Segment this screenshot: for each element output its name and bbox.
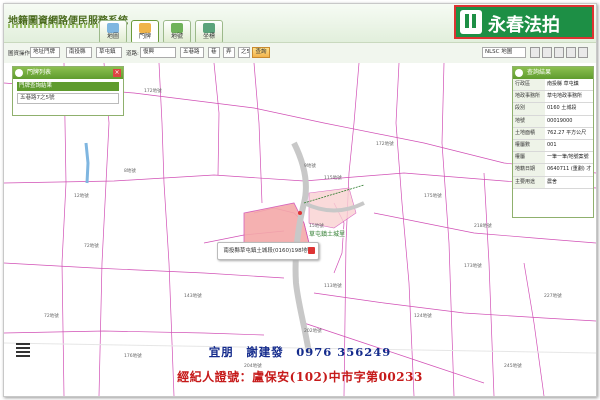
lot-label: 72地號 [44, 314, 59, 319]
info-key: 段別 [513, 103, 545, 115]
parcel-icon [171, 23, 183, 33]
list-item[interactable]: 門牌查詢結果 [17, 82, 119, 91]
map-pin-icon[interactable] [308, 247, 315, 254]
road-label: 道路: [126, 51, 139, 57]
panel-title: 門牌列表 [27, 69, 52, 76]
panel-header: 門牌列表 × [13, 67, 123, 79]
info-key: 主要用途 [513, 176, 545, 188]
app-header: 地籍圖資網路便民服務系統 地圖 門牌 地號 坐標 永春法拍 [4, 4, 596, 44]
number-input[interactable]: 之5號 [238, 47, 250, 58]
tab-coordinate[interactable]: 坐標 [195, 20, 223, 44]
info-row: 地政事務所 草屯地政事務所 [513, 91, 593, 104]
town-select[interactable]: 草屯鎮 [96, 47, 122, 58]
info-value: 南投縣 草屯鎮 [547, 81, 579, 87]
lot-label: 115地號 [324, 176, 342, 181]
info-key: 權屬數 [513, 139, 545, 152]
village-road-label: 草屯鎮土城里 [309, 229, 346, 238]
lot-label: 113地號 [324, 284, 342, 289]
info-value: 00019000 [547, 117, 573, 124]
lot-label: 227地號 [544, 294, 562, 299]
lot-label: 124地號 [414, 314, 432, 319]
app-window: 地籍圖資網路便民服務系統 地圖 門牌 地號 坐標 永春法拍 圖資操作 地址門牌 … [3, 3, 597, 397]
county-select[interactable]: 南投縣 [66, 47, 92, 58]
clear-icon[interactable] [566, 47, 576, 58]
search-toolbar: 圖資操作 地址門牌 南投縣 草屯鎮 道路: 復興 五巷路 巷 弄 之5號 查詢 … [4, 42, 596, 64]
info-value: 762.27 平方公尺 [547, 129, 587, 136]
globe-icon [515, 69, 523, 77]
search-button[interactable]: 查詢 [252, 47, 270, 58]
measure-icon[interactable] [542, 47, 552, 58]
lot-label: 8地號 [124, 169, 136, 174]
info-key: 地政事務所 [513, 91, 545, 103]
globe-icon [15, 69, 23, 77]
list-item[interactable]: 五巷路7之5號 [17, 93, 119, 104]
lot-label: 143地號 [184, 294, 202, 299]
info-value: 001 [547, 141, 557, 148]
brand-watermark: 永春法拍 [454, 5, 594, 39]
lot-label: 218地號 [474, 224, 492, 229]
brand-logo-icon [460, 10, 482, 34]
doorplate-list-panel: 門牌列表 × 門牌查詢結果 五巷路7之5號 [12, 66, 124, 116]
lot-label: 72地號 [84, 244, 99, 249]
lot-label: 9地號 [304, 164, 316, 169]
print-icon[interactable] [554, 47, 564, 58]
help-icon[interactable] [578, 47, 588, 58]
info-row: 地號 00019000 [513, 115, 593, 128]
info-value: 農舍 [547, 178, 558, 185]
info-row: 土地面積 762.27 平方公尺 [513, 127, 593, 140]
info-value: 0640711 (重劃) 才 26號 [547, 166, 593, 173]
info-row: 主要用途 農舍 [513, 176, 593, 189]
tab-doorplate[interactable]: 門牌 [131, 20, 159, 44]
panel-title: 查詢結果 [527, 69, 552, 76]
info-value: 一筆一筆/地號案號 [547, 154, 589, 161]
layer-icon[interactable] [530, 47, 540, 58]
tab-map[interactable]: 地圖 [99, 20, 127, 44]
house-icon [139, 23, 151, 33]
coordinate-icon [203, 23, 215, 33]
info-key: 地籍日期 [513, 164, 545, 176]
alley-input[interactable]: 弄 [223, 47, 235, 58]
section-input[interactable]: 五巷路 [180, 47, 204, 58]
road-input[interactable]: 復興 [140, 47, 176, 58]
info-key: 土地面積 [513, 127, 545, 139]
info-key: 地號 [513, 115, 545, 127]
lot-label: 175地號 [424, 194, 442, 199]
callout-text: 南投縣草屯鎮土城段(0160)198地號 [223, 248, 313, 254]
basemap-select[interactable]: NLSC 地圖 [482, 47, 526, 58]
info-key: 行政區 [513, 79, 545, 91]
info-row: 權屬數 001 [513, 139, 593, 153]
main-tabs: 地圖 門牌 地號 坐標 [99, 20, 223, 44]
info-row: 權屬 一筆一筆/地號案號 [513, 152, 593, 165]
parcel-callout: 南投縣草屯鎮土城段(0160)198地號 [217, 242, 319, 260]
lot-label: 12地號 [74, 194, 89, 199]
map-icon [107, 23, 119, 33]
lot-label: 173地號 [464, 264, 482, 269]
search-type-select[interactable]: 地址門牌 [30, 47, 60, 58]
info-row: 行政區 南投縣 草屯鎮 [513, 79, 593, 92]
lot-label: 15地號 [309, 224, 324, 229]
info-value: 草屯地政事務所 [547, 93, 583, 100]
close-icon[interactable]: × [113, 69, 121, 77]
info-row: 地籍日期0640711 (重劃) 才 26號 [513, 164, 593, 177]
lot-label: 202地號 [304, 329, 322, 334]
tab-parcel[interactable]: 地號 [163, 20, 191, 44]
info-key: 權屬 [513, 152, 545, 164]
search-label: 圖資操作 [8, 51, 31, 57]
info-value: 0160 土城段 [547, 105, 577, 112]
lot-label: 172地號 [144, 89, 162, 94]
agent-contact-overlay: 宜朋 謝建發 0976 356249 [208, 345, 392, 359]
lot-label: 172地號 [376, 142, 394, 147]
brand-name: 永春法拍 [488, 15, 560, 36]
panel-header: 查詢結果 [513, 67, 593, 79]
agent-license-overlay: 經紀人證號：盧保安(102)中市字第00233 [177, 370, 423, 384]
info-row: 段別 0160 土城段 [513, 103, 593, 116]
lane-input[interactable]: 巷 [208, 47, 220, 58]
query-result-panel: 查詢結果 行政區 南投縣 草屯鎮 地政事務所 草屯地政事務所 段別 0160 土城段 … [512, 66, 594, 218]
